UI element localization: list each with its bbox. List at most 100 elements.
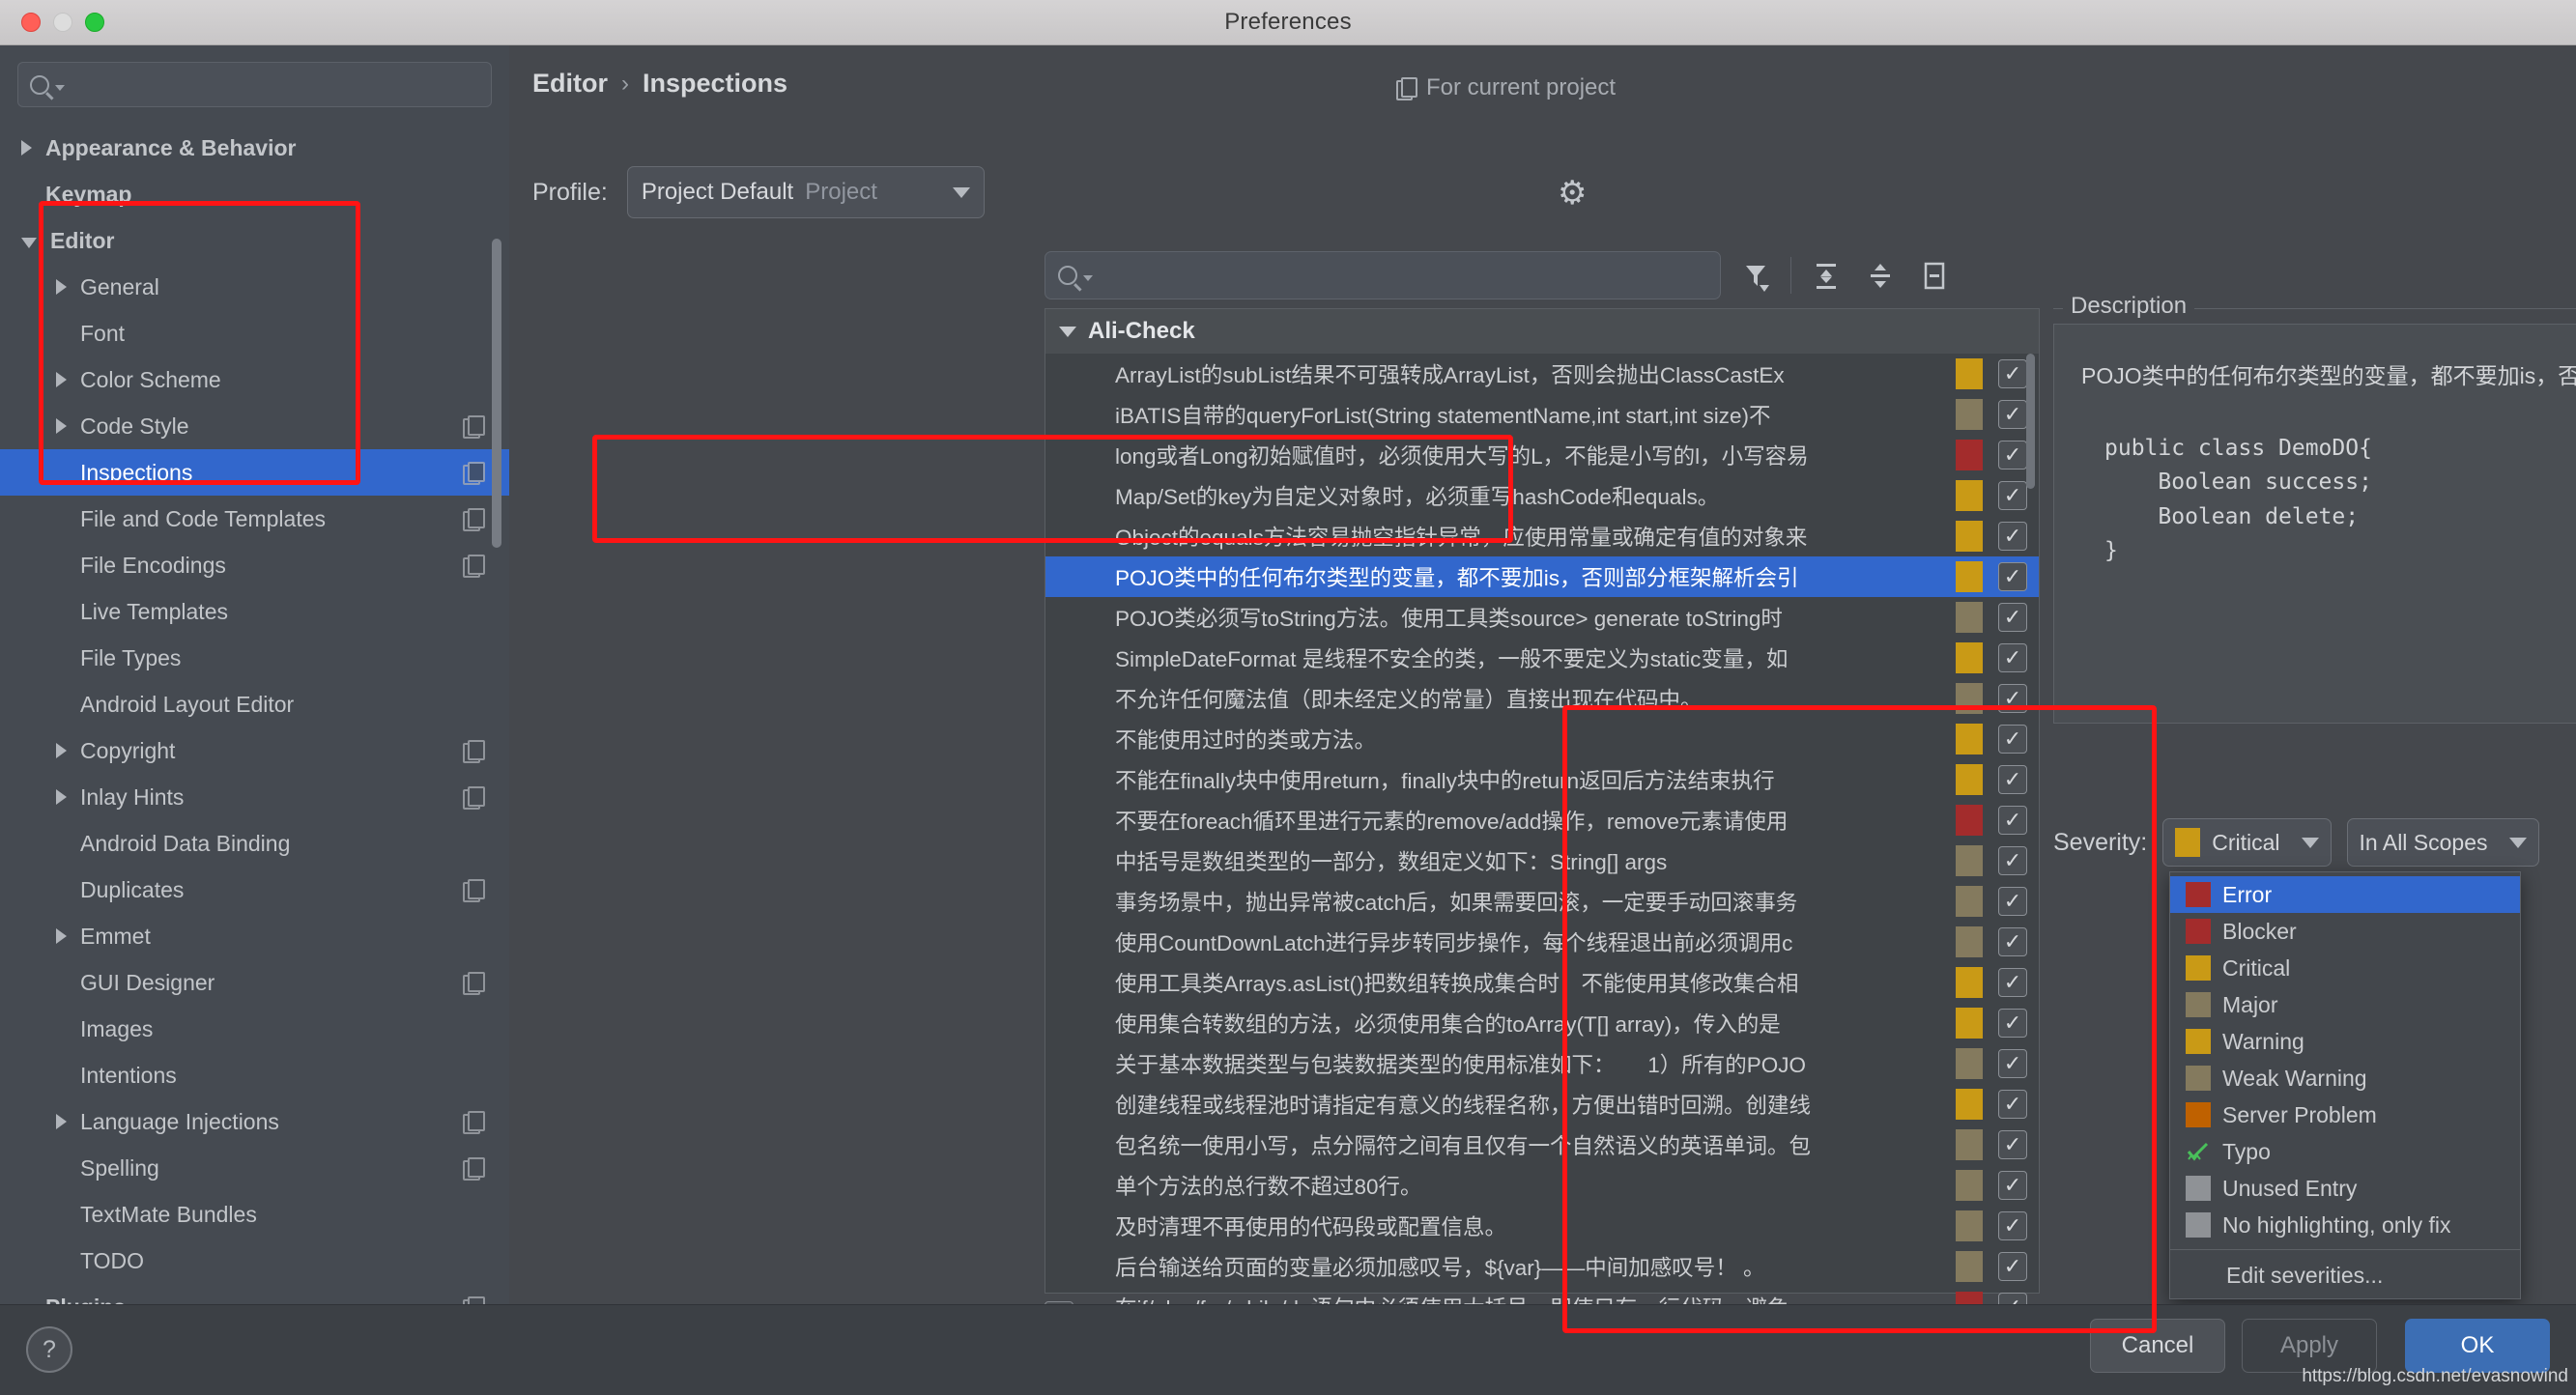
sidebar-item-gui-designer[interactable]: GUI Designer: [0, 959, 509, 1006]
inspection-enabled-checkbox[interactable]: ✓: [1998, 1009, 2027, 1038]
sidebar-item-appearance-behavior[interactable]: Appearance & Behavior: [0, 125, 509, 171]
inspection-enabled-checkbox[interactable]: ✓: [1998, 1049, 2027, 1078]
inspection-row[interactable]: 单个方法的总行数不超过80行。✓: [1045, 1165, 2039, 1206]
profile-select[interactable]: Project Default Project: [627, 166, 985, 218]
sidebar-item-file-and-code-templates[interactable]: File and Code Templates: [0, 496, 509, 542]
inspection-row[interactable]: 创建线程或线程池时请指定有意义的线程名称，方便出错时回溯。创建线✓: [1045, 1084, 2039, 1125]
severity-option-error[interactable]: Error: [2170, 876, 2520, 913]
severity-option-warning[interactable]: Warning: [2170, 1023, 2520, 1060]
sidebar-item-intentions[interactable]: Intentions: [0, 1052, 509, 1098]
chevron-right-icon[interactable]: [21, 140, 32, 156]
inspection-enabled-checkbox[interactable]: ✓: [1998, 359, 2027, 388]
sidebar-item-color-scheme[interactable]: Color Scheme: [0, 356, 509, 403]
chevron-right-icon[interactable]: [56, 743, 67, 758]
chevron-right-icon[interactable]: [56, 372, 67, 387]
sidebar-item-font[interactable]: Font: [0, 310, 509, 356]
scope-select[interactable]: In All Scopes: [2347, 818, 2539, 867]
inspection-enabled-checkbox[interactable]: ✓: [1998, 562, 2027, 591]
inspection-list[interactable]: Ali-Check ArrayList的subList结果不可强转成ArrayL…: [1045, 308, 2040, 1294]
inspection-row[interactable]: Object的equals方法容易抛空指针异常，应使用常量或确定有值的对象来✓: [1045, 516, 2039, 556]
inspection-row[interactable]: 不能在finally块中使用return，finally块中的return返回后…: [1045, 759, 2039, 800]
severity-option-typo[interactable]: Typo: [2170, 1133, 2520, 1170]
edit-severities-item[interactable]: Edit severities...: [2170, 1256, 2520, 1295]
sidebar-item-duplicates[interactable]: Duplicates: [0, 867, 509, 913]
inspection-row[interactable]: 关于基本数据类型与包装数据类型的使用标准如下： 1）所有的POJO✓: [1045, 1043, 2039, 1084]
severity-option-blocker[interactable]: Blocker: [2170, 913, 2520, 950]
collapse-all-icon[interactable]: [1861, 256, 1900, 295]
chevron-right-icon[interactable]: [56, 928, 67, 944]
inspection-row[interactable]: 使用CountDownLatch进行异步转同步操作，每个线程退出前必须调用c✓: [1045, 922, 2039, 962]
severity-option-server-problem[interactable]: Server Problem: [2170, 1096, 2520, 1133]
sidebar-item-file-encodings[interactable]: File Encodings: [0, 542, 509, 588]
chevron-right-icon[interactable]: [56, 418, 67, 434]
inspection-row[interactable]: 使用工具类Arrays.asList()把数组转换成集合时，不能使用其修改集合相…: [1045, 962, 2039, 1003]
severity-dropdown-menu[interactable]: ErrorBlockerCriticalMajorWarningWeak War…: [2169, 871, 2521, 1299]
chevron-right-icon[interactable]: [56, 279, 67, 295]
severity-option-critical[interactable]: Critical: [2170, 950, 2520, 986]
gear-icon[interactable]: ⚙: [1558, 174, 1587, 213]
inspection-row[interactable]: POJO类必须写toString方法。使用工具类source> generate…: [1045, 597, 2039, 638]
inspection-row[interactable]: 中括号是数组类型的一部分，数组定义如下：String[] args✓: [1045, 840, 2039, 881]
sidebar-item-android-data-binding[interactable]: Android Data Binding: [0, 820, 509, 867]
inspection-enabled-checkbox[interactable]: ✓: [1998, 1130, 2027, 1159]
inspection-enabled-checkbox[interactable]: ✓: [1998, 481, 2027, 510]
inspection-enabled-checkbox[interactable]: ✓: [1998, 522, 2027, 551]
close-window-button[interactable]: [21, 13, 41, 32]
inspection-enabled-checkbox[interactable]: ✓: [1998, 1090, 2027, 1119]
sidebar-item-live-templates[interactable]: Live Templates: [0, 588, 509, 635]
inspection-row[interactable]: long或者Long初始赋值时，必须使用大写的L，不能是小写的l，小写容易✓: [1045, 435, 2039, 475]
sidebar-item-language-injections[interactable]: Language Injections: [0, 1098, 509, 1145]
severity-option-weak-warning[interactable]: Weak Warning: [2170, 1060, 2520, 1096]
inspection-enabled-checkbox[interactable]: ✓: [1998, 1171, 2027, 1200]
inspection-enabled-checkbox[interactable]: ✓: [1998, 968, 2027, 997]
sidebar-item-todo[interactable]: TODO: [0, 1238, 509, 1284]
inspection-enabled-checkbox[interactable]: ✓: [1998, 846, 2027, 875]
inspection-row[interactable]: SimpleDateFormat 是线程不安全的类，一般不要定义为static变…: [1045, 638, 2039, 678]
sidebar-scrollbar[interactable]: [492, 239, 501, 548]
sidebar-item-copyright[interactable]: Copyright: [0, 727, 509, 774]
expand-all-icon[interactable]: [1807, 256, 1846, 295]
inspection-enabled-checkbox[interactable]: ✓: [1998, 806, 2027, 835]
sidebar-item-images[interactable]: Images: [0, 1006, 509, 1052]
sidebar-item-textmate-bundles[interactable]: TextMate Bundles: [0, 1191, 509, 1238]
collapse-panel-icon[interactable]: [1915, 256, 1954, 295]
sidebar-item-code-style[interactable]: Code Style: [0, 403, 509, 449]
cancel-button[interactable]: Cancel: [2090, 1319, 2225, 1373]
inspection-enabled-checkbox[interactable]: ✓: [1998, 1252, 2027, 1281]
inspection-row[interactable]: 不能使用过时的类或方法。✓: [1045, 719, 2039, 759]
inspection-enabled-checkbox[interactable]: ✓: [1998, 887, 2027, 916]
inspection-enabled-checkbox[interactable]: ✓: [1998, 1211, 2027, 1240]
inspection-enabled-checkbox[interactable]: ✓: [1998, 684, 2027, 713]
sidebar-item-general[interactable]: General: [0, 264, 509, 310]
sidebar-search-input[interactable]: [17, 62, 492, 107]
sidebar-item-emmet[interactable]: Emmet: [0, 913, 509, 959]
inspection-search-input[interactable]: [1045, 251, 1721, 299]
chevron-right-icon[interactable]: [56, 789, 67, 805]
sidebar-item-file-types[interactable]: File Types: [0, 635, 509, 681]
inspection-enabled-checkbox[interactable]: ✓: [1998, 603, 2027, 632]
ok-button[interactable]: OK: [2405, 1319, 2550, 1373]
severity-select[interactable]: Critical: [2162, 818, 2331, 867]
filter-icon[interactable]: [1736, 256, 1775, 295]
sidebar-item-keymap[interactable]: Keymap: [0, 171, 509, 217]
inspection-enabled-checkbox[interactable]: ✓: [1998, 725, 2027, 754]
sidebar-item-editor[interactable]: Editor: [0, 217, 509, 264]
inspection-row[interactable]: 及时清理不再使用的代码段或配置信息。✓: [1045, 1206, 2039, 1246]
inspection-row[interactable]: 后台输送给页面的变量必须加感叹号，${var}——中间加感叹号！ 。✓: [1045, 1246, 2039, 1287]
severity-option-major[interactable]: Major: [2170, 986, 2520, 1023]
inspection-row[interactable]: 包名统一使用小写，点分隔符之间有且仅有一个自然语义的英语单词。包✓: [1045, 1125, 2039, 1165]
minimize-window-button[interactable]: [53, 13, 72, 32]
sidebar-item-android-layout-editor[interactable]: Android Layout Editor: [0, 681, 509, 727]
inspection-row[interactable]: ArrayList的subList结果不可强转成ArrayList，否则会抛出C…: [1045, 354, 2039, 394]
inspection-row[interactable]: 不要在foreach循环里进行元素的remove/add操作，remove元素请…: [1045, 800, 2039, 840]
inspection-row[interactable]: 事务场景中，抛出异常被catch后，如果需要回滚，一定要手动回滚事务✓: [1045, 881, 2039, 922]
maximize-window-button[interactable]: [85, 13, 104, 32]
sidebar-item-inlay-hints[interactable]: Inlay Hints: [0, 774, 509, 820]
inspection-enabled-checkbox[interactable]: ✓: [1998, 927, 2027, 956]
inspection-row[interactable]: 不允许任何魔法值（即未经定义的常量）直接出现在代码中。✓: [1045, 678, 2039, 719]
inspection-enabled-checkbox[interactable]: ✓: [1998, 765, 2027, 794]
inspection-enabled-checkbox[interactable]: ✓: [1998, 400, 2027, 429]
inspection-row[interactable]: POJO类中的任何布尔类型的变量，都不要加is，否则部分框架解析会引✓: [1045, 556, 2039, 597]
inspection-enabled-checkbox[interactable]: ✓: [1998, 643, 2027, 672]
inspection-row[interactable]: iBATIS自带的queryForList(String statementNa…: [1045, 394, 2039, 435]
